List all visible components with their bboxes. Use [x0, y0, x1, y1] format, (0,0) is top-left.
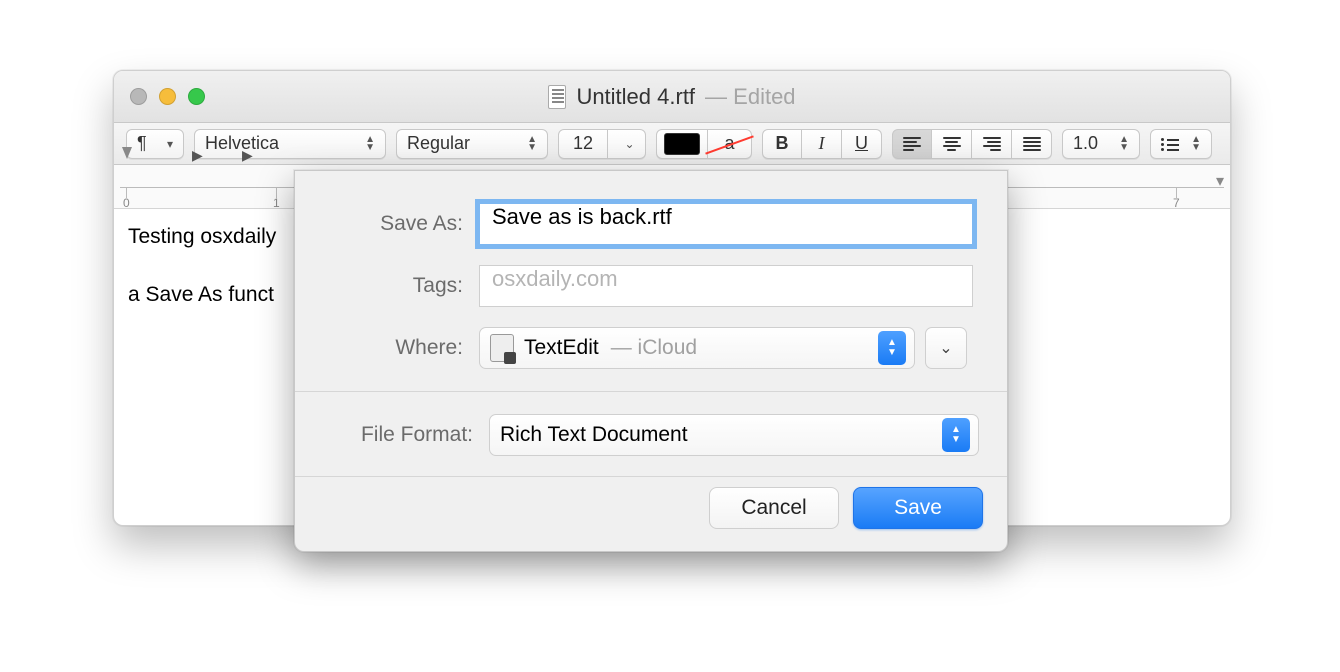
where-select[interactable]: TextEdit — iCloud ▲▼: [479, 327, 915, 369]
ruler-label: 0: [123, 196, 130, 210]
updown-icon: ▲▼: [365, 136, 375, 152]
where-app: TextEdit: [524, 336, 599, 360]
tags-label: Tags:: [323, 274, 463, 298]
chevron-down-icon: ▾: [167, 137, 173, 151]
ruler-label: 1: [273, 196, 280, 210]
ruler-label: 7: [1173, 196, 1180, 210]
line-spacing-select[interactable]: 1.0 ▲▼: [1062, 129, 1140, 159]
window-title: Untitled 4.rtf — Edited: [114, 84, 1230, 110]
font-size-field[interactable]: 12: [558, 129, 608, 159]
close-window-button[interactable]: [130, 88, 147, 105]
formatting-toolbar: ¶ ▾ Helvetica ▲▼ Regular ▲▼ 12 ⌄ a B I U: [114, 123, 1230, 165]
where-label: Where:: [323, 336, 463, 360]
titlebar: Untitled 4.rtf — Edited: [114, 71, 1230, 123]
title-edited: — Edited: [705, 84, 796, 110]
alignment-group: [892, 129, 1052, 159]
align-right-icon: [983, 137, 1001, 151]
biu-group: B I U: [762, 129, 882, 159]
paragraph-style-button[interactable]: ¶ ▾: [126, 129, 184, 159]
align-justify-icon: [1023, 137, 1041, 151]
line-spacing-value: 1.0: [1073, 133, 1098, 154]
tab-stop[interactable]: ▶: [242, 147, 253, 164]
traffic-lights: [114, 88, 205, 105]
align-right-button[interactable]: [972, 129, 1012, 159]
updown-icon: ▲▼: [878, 331, 906, 365]
file-format-label: File Format:: [323, 423, 473, 447]
title-filename: Untitled 4.rtf: [576, 84, 695, 110]
dialog-buttons: Cancel Save: [295, 476, 1007, 551]
italic-button[interactable]: I: [802, 129, 842, 159]
save-as-input[interactable]: Save as is back.rtf: [479, 203, 973, 245]
chevron-down-icon: ⌄: [624, 137, 634, 151]
updown-icon: ▲▼: [942, 418, 970, 452]
save-as-label: Save As:: [323, 212, 463, 236]
highlight-color-button[interactable]: a: [708, 129, 752, 159]
align-left-icon: [903, 137, 921, 151]
expand-dialog-button[interactable]: ⌄: [925, 327, 967, 369]
pilcrow-icon: ¶: [137, 133, 147, 154]
strike-a-icon: a: [724, 133, 734, 154]
save-as-dialog: Save As: Save as is back.rtf Tags: osxda…: [294, 170, 1008, 552]
cancel-button[interactable]: Cancel: [709, 487, 839, 529]
font-size-dropdown[interactable]: ⌄: [608, 129, 646, 159]
save-as-value: Save as is back.rtf: [492, 204, 672, 229]
zoom-window-button[interactable]: [188, 88, 205, 105]
align-center-button[interactable]: [932, 129, 972, 159]
align-center-icon: [943, 137, 961, 151]
textedit-app-icon: [490, 334, 514, 362]
font-size-group: 12 ⌄: [558, 129, 646, 159]
align-justify-button[interactable]: [1012, 129, 1052, 159]
divider: [295, 391, 1007, 392]
updown-icon: ▲▼: [1191, 136, 1201, 152]
where-location: — iCloud: [611, 336, 697, 360]
list-icon: [1161, 137, 1179, 151]
tags-input[interactable]: osxdaily.com: [479, 265, 973, 307]
chevron-down-icon: ⌄: [939, 338, 952, 358]
tab-stop[interactable]: ▶: [192, 147, 203, 164]
updown-icon: ▲▼: [1119, 136, 1129, 152]
color-group: a: [656, 129, 752, 159]
text-color-button[interactable]: [656, 129, 708, 159]
color-swatch-icon: [664, 133, 700, 155]
font-family-select[interactable]: Helvetica ▲▼: [194, 129, 386, 159]
tags-placeholder: osxdaily.com: [492, 266, 618, 291]
underline-button[interactable]: U: [842, 129, 882, 159]
updown-icon: ▲▼: [527, 136, 537, 152]
file-icon: [548, 85, 566, 109]
font-style-value: Regular: [407, 133, 470, 154]
minimize-window-button[interactable]: [159, 88, 176, 105]
align-left-button[interactable]: [892, 129, 932, 159]
file-format-select[interactable]: Rich Text Document ▲▼: [489, 414, 979, 456]
list-style-select[interactable]: ▲▼: [1150, 129, 1212, 159]
file-format-value: Rich Text Document: [500, 423, 688, 447]
bold-button[interactable]: B: [762, 129, 802, 159]
font-style-select[interactable]: Regular ▲▼: [396, 129, 548, 159]
save-button[interactable]: Save: [853, 487, 983, 529]
